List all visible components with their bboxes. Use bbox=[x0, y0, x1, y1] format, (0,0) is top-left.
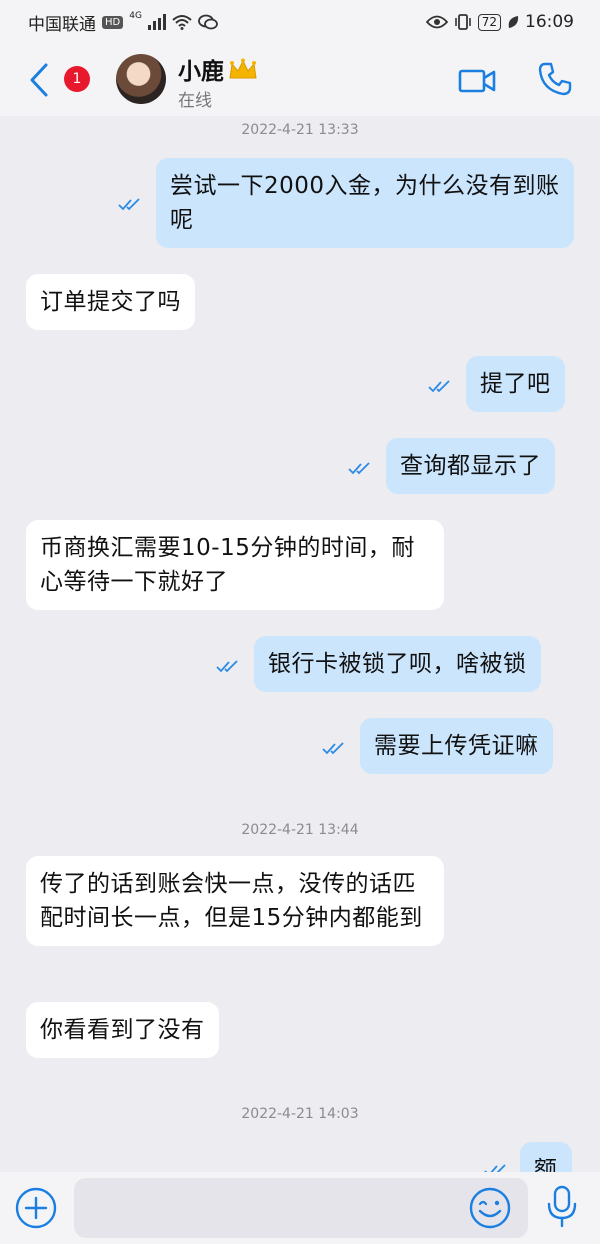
read-receipt-icon bbox=[348, 462, 370, 475]
outgoing-message[interactable]: 尝试一下2000入金，为什么没有到账呢 bbox=[156, 158, 574, 248]
wechat-icon bbox=[198, 14, 218, 30]
read-receipt-icon bbox=[428, 380, 450, 393]
incoming-message[interactable]: 传了的话到账会快一点，没传的话匹配时间长一点，但是15分钟内都能到 bbox=[26, 856, 444, 946]
incoming-message[interactable]: 你看看到了没有 bbox=[26, 1002, 219, 1058]
outgoing-message[interactable]: 银行卡被锁了呗，啥被锁 bbox=[254, 636, 541, 692]
wifi-icon bbox=[172, 15, 192, 30]
hd-badge: HD bbox=[102, 15, 124, 29]
network-type: 4G bbox=[129, 11, 142, 21]
chat-header: 1 小鹿 在线 bbox=[0, 44, 600, 116]
outgoing-message[interactable]: 查询都显示了 bbox=[386, 438, 555, 494]
read-receipt-icon bbox=[322, 742, 344, 755]
read-receipt-icon bbox=[118, 198, 140, 211]
status-bar: 中国联通 HD 4G 72 16:09 bbox=[0, 0, 600, 44]
signal-icon bbox=[147, 14, 166, 30]
contact-name-row[interactable]: 小鹿 bbox=[178, 52, 258, 86]
outgoing-message[interactable]: 提了吧 bbox=[466, 356, 565, 412]
microphone-icon[interactable] bbox=[544, 1184, 580, 1230]
vibrate-icon bbox=[454, 14, 471, 30]
timestamp: 2022-4-21 13:44 bbox=[241, 822, 359, 838]
eye-icon bbox=[425, 15, 448, 29]
timestamp: 2022-4-21 13:33 bbox=[241, 122, 359, 138]
avatar[interactable] bbox=[116, 54, 166, 104]
incoming-message[interactable]: 订单提交了吗 bbox=[26, 274, 195, 330]
carrier-name: 中国联通 bbox=[28, 14, 96, 35]
online-status: 在线 bbox=[178, 91, 212, 111]
incoming-message[interactable]: 币商换汇需要10-15分钟的时间，耐心等待一下就好了 bbox=[26, 520, 444, 610]
clock: 16:09 bbox=[525, 12, 574, 32]
plus-icon[interactable] bbox=[14, 1186, 58, 1230]
read-receipt-icon bbox=[216, 660, 238, 673]
message-input[interactable] bbox=[74, 1178, 528, 1238]
outgoing-message[interactable]: 额 bbox=[520, 1142, 572, 1172]
timestamp: 2022-4-21 14:03 bbox=[241, 1106, 359, 1122]
crown-icon bbox=[229, 58, 257, 79]
video-call-icon[interactable] bbox=[458, 62, 496, 100]
input-bar bbox=[0, 1172, 600, 1244]
read-receipt-icon bbox=[484, 1164, 506, 1172]
message-list[interactable]: 2022-4-21 13:33 尝试一下2000入金，为什么没有到账呢 订单提交… bbox=[0, 116, 600, 1172]
leaf-icon bbox=[508, 16, 519, 28]
outgoing-message[interactable]: 需要上传凭证嘛 bbox=[360, 718, 553, 774]
back-chevron-icon[interactable] bbox=[28, 62, 50, 98]
battery-level: 72 bbox=[477, 13, 501, 31]
unread-badge: 1 bbox=[64, 66, 90, 92]
contact-name: 小鹿 bbox=[178, 59, 224, 85]
phone-call-icon[interactable] bbox=[536, 60, 574, 98]
emoji-icon[interactable] bbox=[468, 1186, 512, 1230]
